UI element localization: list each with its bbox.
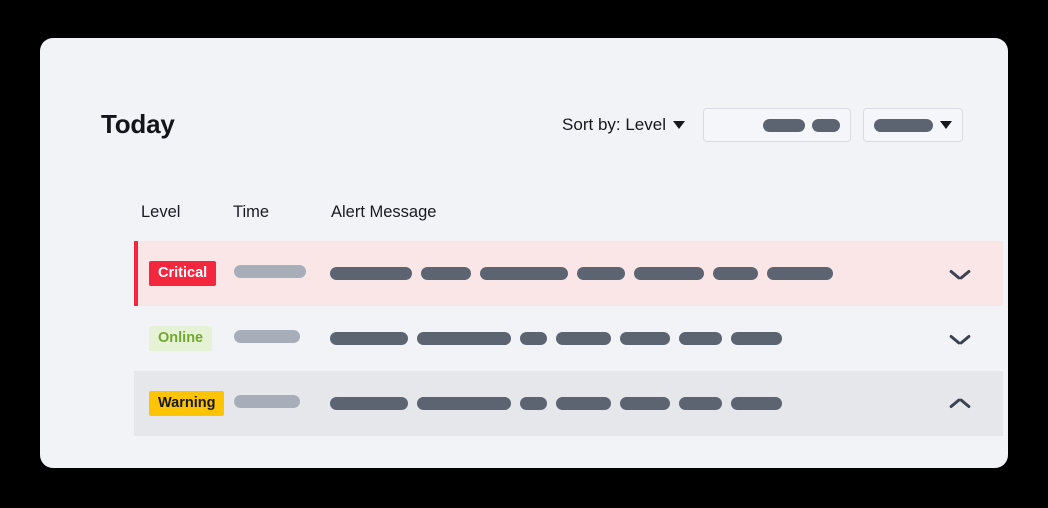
cell-level: Online bbox=[134, 325, 226, 352]
column-header-time: Time bbox=[233, 203, 270, 221]
redacted-text-pill bbox=[577, 267, 625, 280]
chevron-down-icon bbox=[673, 121, 685, 129]
redacted-text-pill bbox=[679, 332, 722, 345]
row-severity-accent-bar bbox=[134, 241, 138, 306]
status-badge: Critical bbox=[149, 260, 217, 287]
chevron-down-icon bbox=[950, 268, 970, 279]
redacted-text-pill bbox=[620, 332, 670, 345]
redacted-text-pill bbox=[620, 397, 670, 410]
redacted-text-pill bbox=[812, 118, 840, 132]
redacted-text-pill bbox=[417, 332, 511, 345]
cell-alert-message bbox=[324, 397, 917, 410]
row-expand-toggle[interactable] bbox=[917, 333, 1003, 344]
redacted-text-pill bbox=[556, 332, 611, 345]
redacted-text-pill bbox=[634, 267, 704, 280]
redacted-text-pill bbox=[330, 397, 408, 410]
screen-root: Today Sort by: Level Level Time Alert Me… bbox=[0, 0, 1048, 508]
redacted-time-pill bbox=[234, 329, 300, 343]
alerts-table-body: Critical Online Warning bbox=[126, 241, 1003, 436]
redacted-text-pill bbox=[480, 267, 568, 280]
cell-level: Warning bbox=[134, 390, 226, 417]
search-input[interactable] bbox=[703, 108, 851, 142]
status-badge: Online bbox=[149, 325, 213, 352]
cell-level: Critical bbox=[134, 260, 226, 287]
redacted-text-pill bbox=[731, 397, 782, 410]
alerts-card: Today Sort by: Level Level Time Alert Me… bbox=[40, 38, 1008, 468]
panel-header: Today Sort by: Level bbox=[101, 100, 963, 156]
redacted-text-pill bbox=[417, 397, 511, 410]
toolbar: Sort by: Level bbox=[562, 108, 963, 142]
cell-time bbox=[226, 329, 324, 348]
row-collapse-toggle[interactable] bbox=[917, 398, 1003, 409]
chevron-down-icon bbox=[940, 121, 952, 129]
redacted-text-pill bbox=[556, 397, 611, 410]
redacted-text-pill bbox=[330, 267, 412, 280]
redacted-text-pill bbox=[874, 118, 933, 132]
table-row[interactable]: Warning bbox=[134, 371, 1003, 436]
redacted-text-pill bbox=[421, 267, 471, 280]
column-header-alert-message: Alert Message bbox=[331, 203, 437, 221]
redacted-time-pill bbox=[234, 394, 300, 408]
redacted-text-pill bbox=[731, 332, 782, 345]
filter-select[interactable] bbox=[863, 108, 963, 142]
column-header-level: Level bbox=[141, 203, 181, 221]
redacted-text-pill bbox=[767, 267, 833, 280]
redacted-text-pill bbox=[520, 332, 547, 345]
cell-alert-message bbox=[324, 267, 917, 280]
sort-by-control[interactable]: Sort by: Level bbox=[562, 115, 685, 135]
redacted-text-pill bbox=[763, 118, 805, 132]
cell-time bbox=[226, 394, 324, 413]
chevron-down-icon bbox=[950, 333, 970, 344]
page-title: Today bbox=[101, 109, 175, 139]
redacted-text-pill bbox=[679, 397, 722, 410]
redacted-text-pill bbox=[520, 397, 547, 410]
table-row[interactable]: Online bbox=[134, 306, 1003, 371]
redacted-time-pill bbox=[234, 264, 306, 278]
cell-alert-message bbox=[324, 332, 917, 345]
chevron-up-icon bbox=[950, 398, 970, 409]
redacted-text-pill bbox=[330, 332, 408, 345]
table-row[interactable]: Critical bbox=[134, 241, 1003, 306]
status-badge: Warning bbox=[149, 390, 225, 417]
sort-by-label: Sort by: Level bbox=[562, 115, 666, 134]
cell-time bbox=[226, 264, 324, 283]
redacted-text-pill bbox=[713, 267, 758, 280]
row-expand-toggle[interactable] bbox=[917, 268, 1003, 279]
table-column-headers: Level Time Alert Message bbox=[141, 203, 961, 225]
